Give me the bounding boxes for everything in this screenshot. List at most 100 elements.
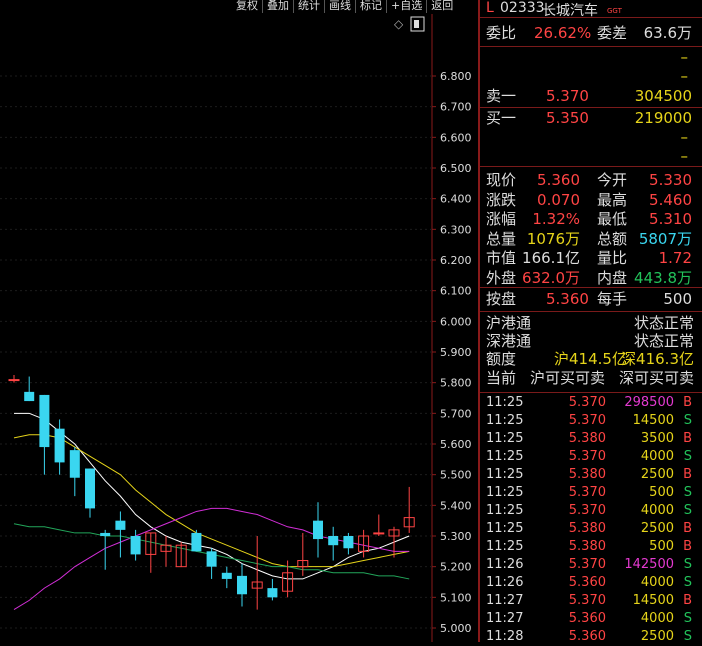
candle-body <box>221 572 232 579</box>
quote-value: 5.310 <box>649 210 692 228</box>
tick-volume: 500 <box>649 485 674 500</box>
tick-price: 5.380 <box>568 431 606 446</box>
tick-row[interactable]: 11:25 5.370 14500 S <box>480 412 702 430</box>
divider <box>480 107 702 108</box>
tick-label: 5.400 <box>440 499 472 512</box>
tick-time: 11:25 <box>486 449 524 464</box>
candle-body <box>328 536 339 546</box>
tick-row[interactable]: 11:25 5.380 500 B <box>480 538 702 556</box>
tick-time: 11:27 <box>486 593 524 608</box>
quote-value: 443.8万 <box>634 268 692 287</box>
kline-chart[interactable]: 复权 叠加 统计 画线 标记 +自选 返回 ◇ 6.800 6.700 6.600 6… <box>0 0 478 642</box>
tick-side: B <box>683 395 692 410</box>
tick-volume: 4000 <box>640 611 674 626</box>
tick-row[interactable]: 11:25 5.380 2500 B <box>480 520 702 538</box>
tick-volume: 298500 <box>624 395 674 410</box>
tick-row[interactable]: 11:27 5.370 14500 B <box>480 592 702 610</box>
current-sz: 深可买可卖 <box>618 369 694 387</box>
sh-connect-status: 状态正常 <box>633 314 694 332</box>
quote-panel: L 02333 长城汽车 GGT 委比 26.62% 委差 63.6万 – – … <box>480 0 702 644</box>
tick-volume: 2500 <box>640 629 674 644</box>
tick-volume: 14500 <box>632 593 674 608</box>
candle-body <box>54 428 65 463</box>
quote-value: 5.330 <box>649 171 692 189</box>
quote-label: 涨跌 <box>486 190 517 209</box>
tick-row[interactable]: 11:26 5.360 4000 S <box>480 574 702 592</box>
buy-dash: – <box>680 147 689 165</box>
sell-dash: – <box>680 67 689 85</box>
tick-side: B <box>683 467 692 482</box>
divider <box>480 311 702 312</box>
buy1-volume: 219000 <box>634 109 692 127</box>
quote-label: 总量 <box>486 229 517 248</box>
tick-label: 6.600 <box>440 131 472 144</box>
tick-label: 5.700 <box>440 407 472 420</box>
buy-dash: – <box>680 128 689 146</box>
committee-ratio-value: 26.62% <box>534 24 592 42</box>
tick-price: 5.370 <box>568 557 606 572</box>
candle-body <box>343 536 354 549</box>
tick-row[interactable]: 11:27 5.360 4000 S <box>480 610 702 628</box>
committee-diff-value: 63.6万 <box>643 24 692 42</box>
tick-price: 5.370 <box>568 395 606 410</box>
tick-row[interactable]: 11:25 5.370 298500 B <box>480 394 702 412</box>
tick-row[interactable]: 11:25 5.380 2500 B <box>480 466 702 484</box>
quote-value: 1076万 <box>526 229 580 248</box>
tick-label: 5.800 <box>440 377 472 390</box>
tick-price: 5.370 <box>568 593 606 608</box>
tick-volume: 500 <box>649 539 674 554</box>
tick-price: 5.370 <box>568 413 606 428</box>
tick-label: 5.200 <box>440 561 472 574</box>
tick-row[interactable]: 11:25 5.380 3500 B <box>480 430 702 448</box>
quote-label: 现价 <box>486 171 517 189</box>
candle-body <box>8 379 20 382</box>
tick-row[interactable]: 11:25 5.370 500 S <box>480 484 702 502</box>
lot-size-label: 每手 <box>597 290 628 308</box>
tick-row[interactable]: 11:25 5.370 4000 S <box>480 448 702 466</box>
quote-value: 1.32% <box>532 210 580 228</box>
candle-body <box>100 532 111 536</box>
stock-code: 02333 <box>500 0 545 16</box>
diamond-icon[interactable]: ◇ <box>394 17 404 31</box>
sell-dash: – <box>680 48 689 66</box>
tick-side: B <box>683 521 692 536</box>
tick-price: 5.370 <box>568 485 606 500</box>
tick-row[interactable]: 11:28 5.360 2500 S <box>480 628 702 646</box>
auction-label: 按盘 <box>486 290 517 308</box>
divider <box>480 287 702 288</box>
divider <box>480 46 702 47</box>
moving-averages <box>13 412 410 611</box>
tick-label: 5.600 <box>440 438 472 451</box>
tick-label: 6.100 <box>440 285 472 298</box>
tick-row[interactable]: 11:25 5.370 4000 S <box>480 502 702 520</box>
current-label: 当前 <box>486 369 517 387</box>
tick-time: 11:25 <box>486 503 524 518</box>
quote-value: 166.1亿 <box>522 249 580 267</box>
divider <box>480 392 702 393</box>
quote-label: 外盘 <box>486 268 517 287</box>
quote-value: 632.0万 <box>522 268 580 287</box>
candle-body <box>85 468 95 509</box>
tick-row[interactable]: 11:26 5.370 142500 S <box>480 556 702 574</box>
tick-label: 6.700 <box>440 101 472 114</box>
quote-label: 涨幅 <box>486 210 517 228</box>
tick-side: B <box>683 539 692 554</box>
connect-tag: GGT <box>607 7 622 15</box>
tick-volume: 4000 <box>640 449 674 464</box>
candle-body <box>237 575 247 595</box>
lot-size-value: 500 <box>663 290 692 308</box>
candle-body <box>130 536 141 555</box>
quote-label: 量比 <box>597 249 628 267</box>
candle-body <box>191 532 202 552</box>
tick-volume: 4000 <box>640 575 674 590</box>
tick-side: S <box>683 629 692 644</box>
sh-connect-label: 沪港通 <box>486 314 532 332</box>
tick-time: 11:25 <box>486 521 524 536</box>
tick-label: 6.300 <box>440 223 472 236</box>
tick-time: 11:26 <box>486 575 524 590</box>
tick-side: B <box>683 431 692 446</box>
quote-value: 5807万 <box>638 229 692 248</box>
sell1-price: 5.370 <box>546 87 589 105</box>
sell1-label: 卖一 <box>486 87 517 105</box>
tick-label: 5.300 <box>440 530 472 543</box>
